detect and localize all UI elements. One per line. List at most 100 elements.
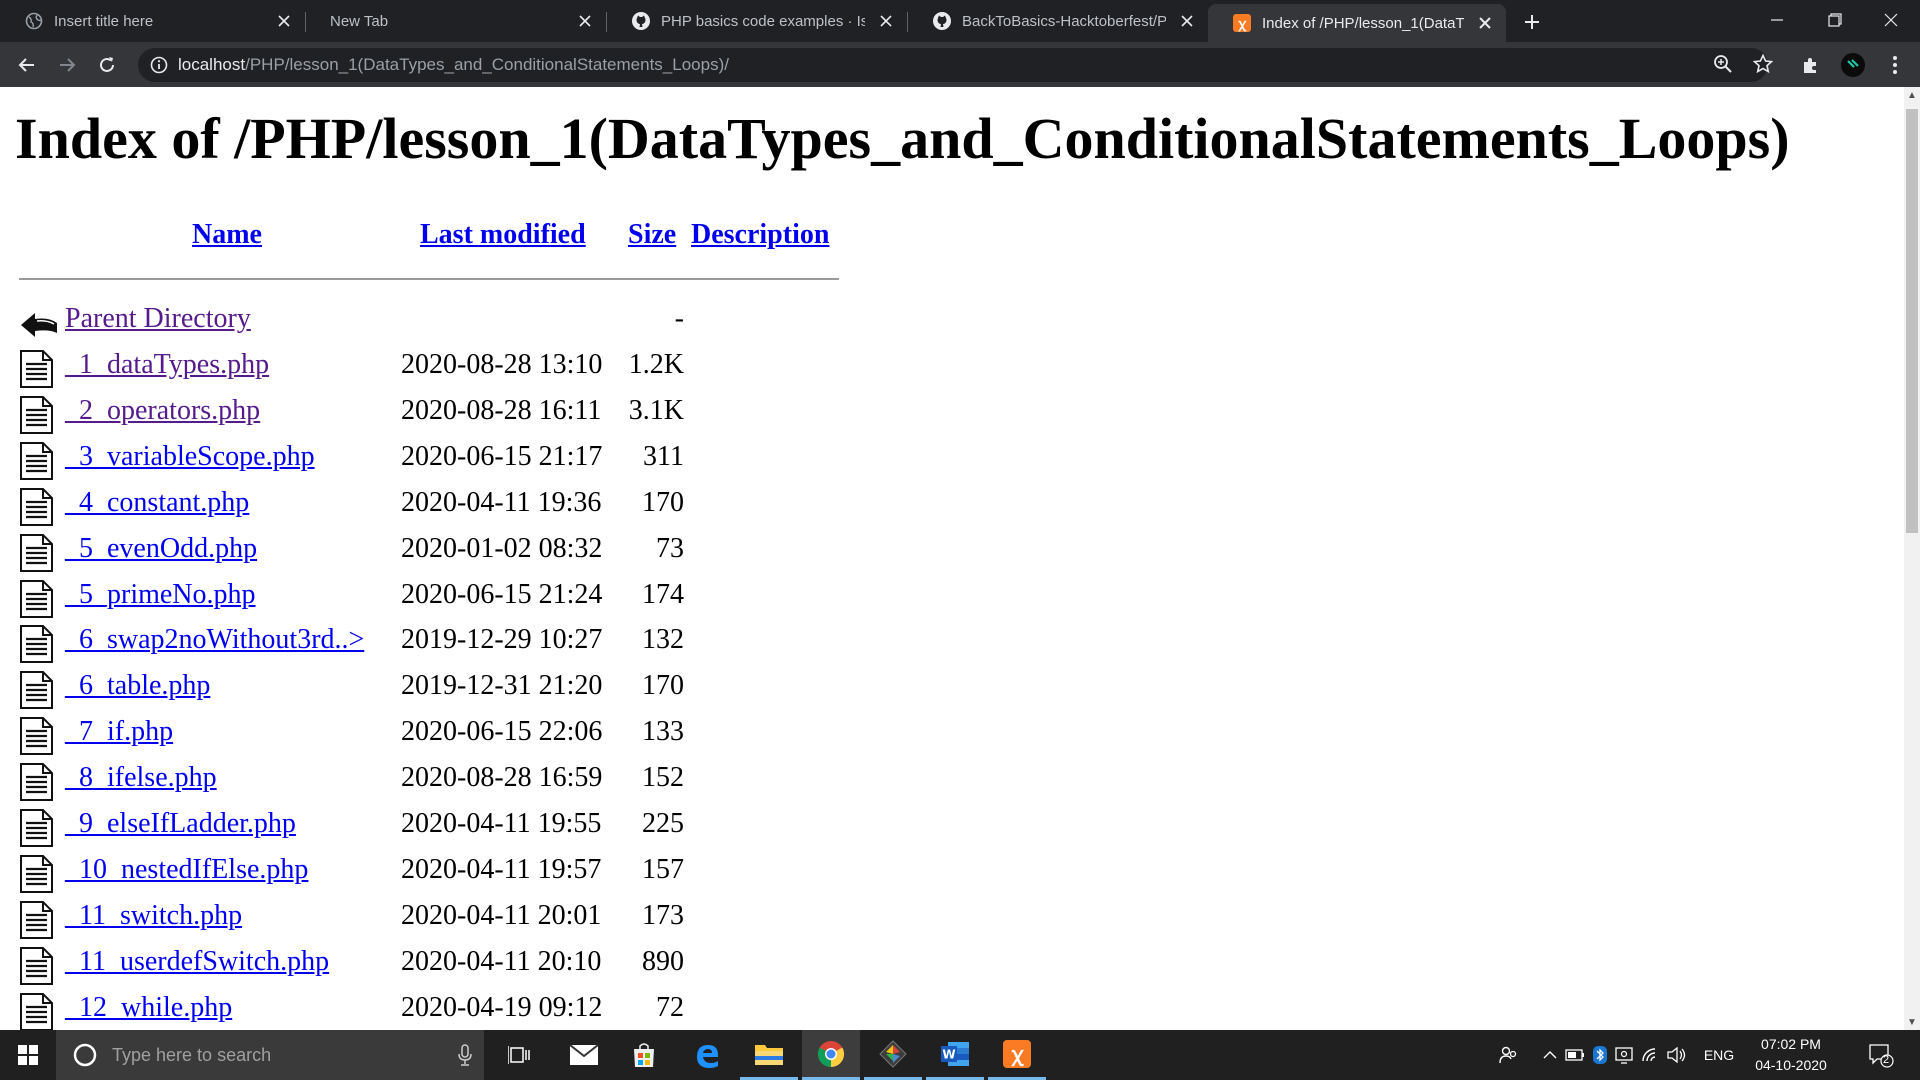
file-last-modified: 2020-01-02 08:32 <box>401 532 603 564</box>
back-button[interactable] <box>10 48 44 82</box>
file-link[interactable]: _10_nestedIfElse.php <box>65 854 308 886</box>
browser-toolbar: localhost/PHP/lesson_1(DataTypes_and_Con… <box>0 42 1920 87</box>
text-file-icon <box>19 808 55 848</box>
notification-count: 2 <box>1883 1054 1890 1066</box>
close-tab-icon[interactable] <box>1474 12 1496 34</box>
file-last-modified: 2020-04-11 19:36 <box>401 486 602 518</box>
start-button[interactable] <box>0 1030 56 1080</box>
parent-directory-link[interactable]: Parent Directory <box>65 303 251 335</box>
mail-icon[interactable] <box>555 1030 613 1080</box>
file-last-modified: 2019-12-29 10:27 <box>401 624 603 656</box>
file-link[interactable]: _6_table.php <box>65 670 210 702</box>
file-row: _8_ifelse.php 2020-08-28 16:59 152 <box>0 758 900 804</box>
word-icon[interactable]: W <box>926 1030 984 1080</box>
show-hidden-icons-chevron-up-icon[interactable] <box>1538 1030 1562 1080</box>
tab-php-basics-issue[interactable]: PHP basics code examples · Issue <box>607 0 907 42</box>
scrollbar-thumb[interactable] <box>1906 109 1918 533</box>
vertical-scrollbar[interactable]: ▲ ▼ <box>1904 87 1920 1030</box>
file-link[interactable]: _7_if.php <box>65 716 173 748</box>
display-settings-icon[interactable] <box>1612 1030 1638 1080</box>
tab-insert-title[interactable]: Insert title here <box>0 0 305 42</box>
store-icon[interactable] <box>615 1030 673 1080</box>
action-center-button[interactable]: 2 <box>1858 1030 1904 1080</box>
file-last-modified: 2020-08-28 16:11 <box>401 394 602 426</box>
edge-icon[interactable] <box>678 1030 736 1080</box>
file-link[interactable]: _5_evenOdd.php <box>65 533 257 565</box>
people-icon[interactable] <box>1494 1030 1524 1080</box>
taskbar-search-box[interactable]: Type here to search <box>56 1030 484 1080</box>
file-link[interactable]: _9_elseIfLadder.php <box>65 808 296 840</box>
file-link[interactable]: _4_constant.php <box>65 487 249 519</box>
reload-icon <box>100 57 114 72</box>
address-bar[interactable]: localhost/PHP/lesson_1(DataTypes_and_Con… <box>138 48 1768 82</box>
close-window-button[interactable] <box>1862 0 1920 40</box>
file-link[interactable]: _11_userdefSwitch.php <box>65 946 329 978</box>
text-file-icon <box>19 487 55 527</box>
close-tab-icon[interactable] <box>574 10 596 32</box>
header-divider <box>19 278 839 280</box>
scroll-down-arrow-icon[interactable]: ▼ <box>1904 1014 1920 1030</box>
file-size: 225 <box>642 808 684 839</box>
windows-logo-icon <box>18 1045 38 1065</box>
bluetooth-icon[interactable] <box>1588 1030 1612 1080</box>
clock-date: 04-10-2020 <box>1755 1057 1827 1073</box>
text-file-icon <box>19 533 55 573</box>
file-size: 1.2K <box>628 349 684 380</box>
microphone-icon[interactable] <box>435 1030 495 1080</box>
file-link[interactable]: _6_swap2noWithout3rd..> <box>65 624 364 656</box>
file-size: 157 <box>642 853 684 885</box>
reload-button[interactable] <box>90 48 124 82</box>
restore-window-button[interactable] <box>1806 0 1864 40</box>
page-title: Index of /PHP/lesson_1(DataTypes_and_Con… <box>15 106 1790 171</box>
scroll-up-arrow-icon[interactable]: ▲ <box>1904 87 1920 103</box>
file-explorer-icon[interactable] <box>740 1030 798 1080</box>
chrome-menu-icon[interactable] <box>1880 48 1910 82</box>
battery-icon[interactable] <box>1562 1030 1588 1080</box>
file-link[interactable]: _5_primeNo.php <box>65 579 256 611</box>
file-last-modified: 2020-06-15 21:17 <box>401 440 603 472</box>
github-icon <box>631 11 651 31</box>
file-row: _4_constant.php 2020-04-11 19:36 170 <box>0 483 900 529</box>
tab-index-of-lesson1[interactable]: ꭓ Index of /PHP/lesson_1(DataType <box>1208 4 1506 42</box>
volume-icon[interactable] <box>1664 1030 1690 1080</box>
forward-button[interactable] <box>50 48 84 82</box>
file-link[interactable]: _11_switch.php <box>65 900 242 932</box>
task-view-icon[interactable] <box>490 1030 548 1080</box>
file-row: _6_swap2noWithout3rd..> 2019-12-29 10:27 1… <box>0 620 900 666</box>
close-tab-icon[interactable] <box>1176 10 1198 32</box>
system-clock[interactable]: 07:02 PM 04-10-2020 <box>1752 1034 1830 1076</box>
file-last-modified: 2020-08-28 16:59 <box>401 762 603 794</box>
tab-backtobasics[interactable]: BackToBasics-Hacktoberfest/PHP <box>908 0 1208 42</box>
bookmark-star-icon[interactable] <box>1748 49 1778 79</box>
git-icon[interactable] <box>864 1030 922 1080</box>
file-link[interactable]: _3_variableScope.php <box>65 441 315 473</box>
profile-avatar[interactable] <box>1838 48 1868 82</box>
column-header-description[interactable]: Description <box>691 219 829 251</box>
new-tab-button[interactable] <box>1516 6 1548 38</box>
file-row: _3_variableScope.php 2020-06-15 21:17 311 <box>0 437 900 483</box>
globe-icon <box>24 11 44 31</box>
close-tab-icon[interactable] <box>875 10 897 32</box>
file-last-modified: 2020-08-28 13:10 <box>401 349 603 380</box>
tab-new-tab[interactable]: New Tab <box>306 0 606 42</box>
close-tab-icon[interactable] <box>273 10 295 32</box>
file-link[interactable]: _1_dataTypes.php <box>65 349 269 381</box>
file-link[interactable]: _2_operators.php <box>65 395 260 427</box>
file-link[interactable]: _8_ifelse.php <box>65 762 217 794</box>
file-size: 173 <box>642 899 684 931</box>
file-size: 311 <box>643 440 684 472</box>
tab-title: New Tab <box>330 12 389 30</box>
minimize-window-button[interactable] <box>1748 0 1806 40</box>
input-language[interactable]: ENG <box>1694 1030 1744 1080</box>
xampp-icon[interactable]: ꭓ <box>988 1030 1046 1080</box>
parent-directory-size: - <box>674 303 684 334</box>
wifi-icon[interactable] <box>1638 1030 1664 1080</box>
chrome-icon[interactable] <box>802 1030 860 1080</box>
column-header-last-modified[interactable]: Last modified <box>420 219 586 251</box>
column-header-size[interactable]: Size <box>628 219 676 251</box>
zoom-icon[interactable] <box>1708 49 1738 79</box>
column-header-name[interactable]: Name <box>192 219 262 251</box>
file-size: 133 <box>642 716 684 748</box>
extensions-puzzle-icon[interactable] <box>1796 48 1826 82</box>
file-link[interactable]: _12_while.php <box>65 992 232 1024</box>
